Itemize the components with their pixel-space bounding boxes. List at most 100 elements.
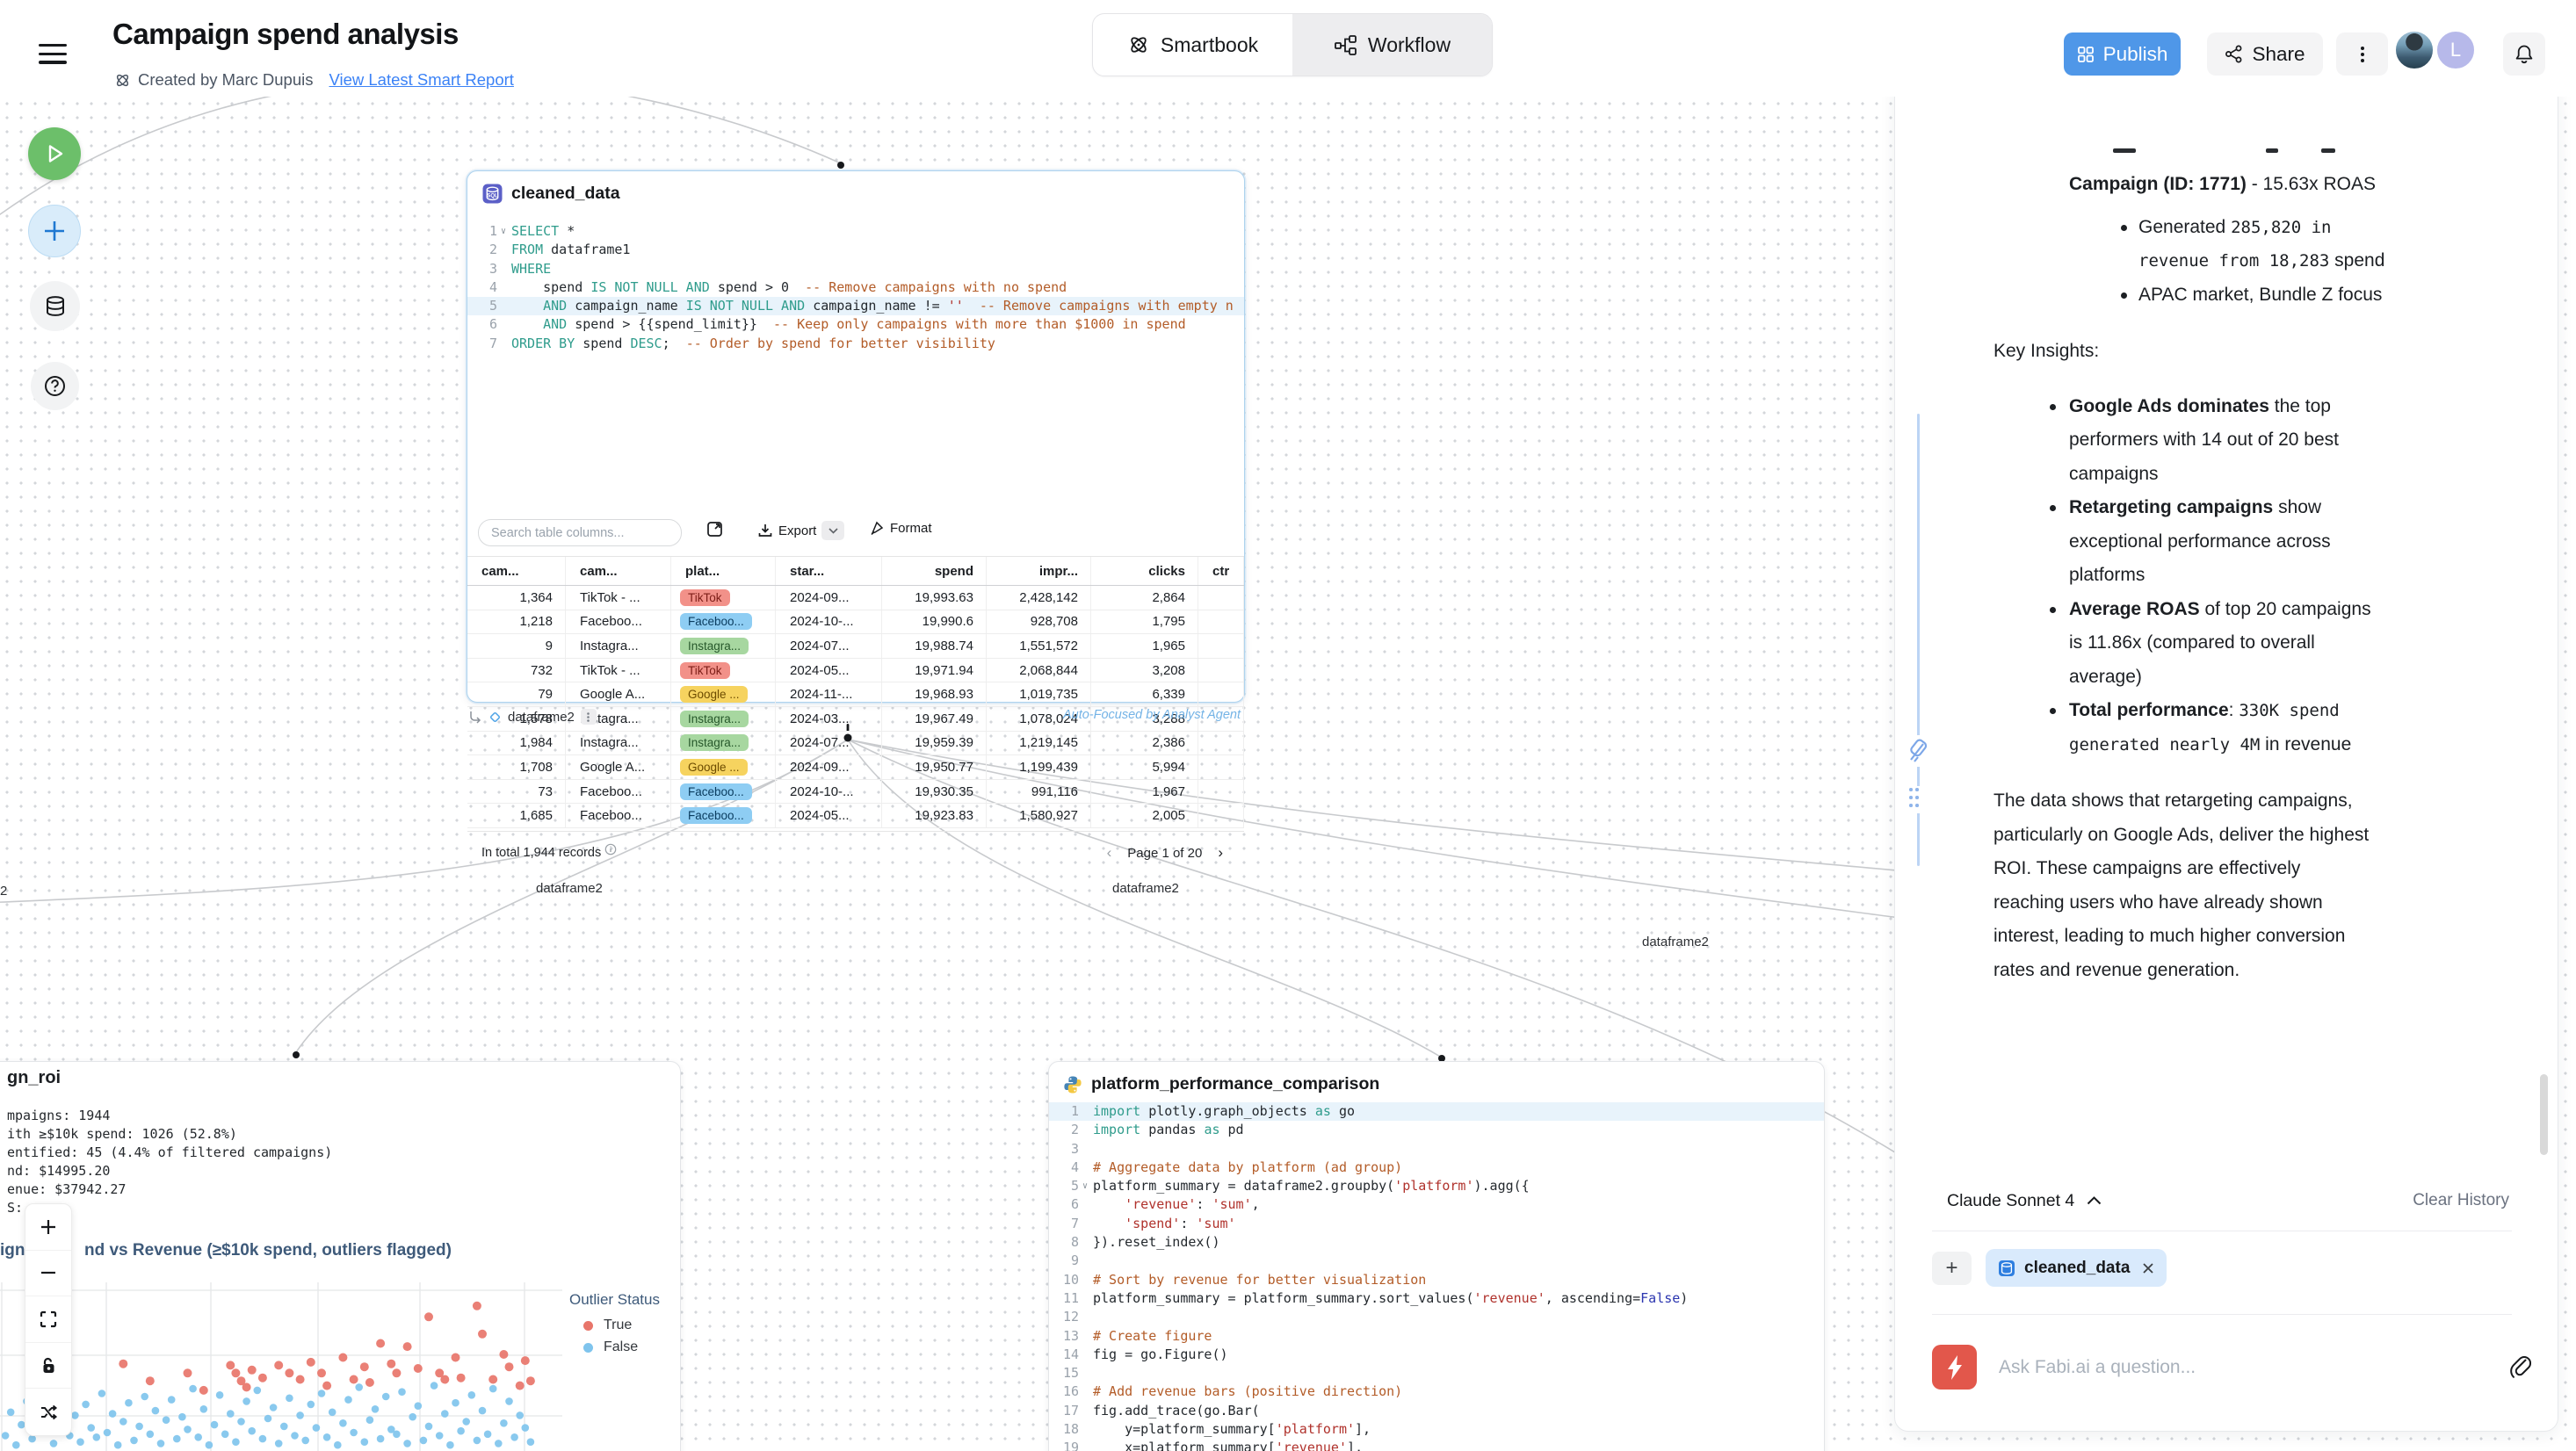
- prev-page-button[interactable]: ‹: [1107, 844, 1112, 862]
- workflow-icon: [1334, 33, 1357, 57]
- code-line[interactable]: 3: [1049, 1140, 1824, 1159]
- sql-node-header[interactable]: SQL cleaned_data: [482, 184, 620, 204]
- python-node-platform-performance[interactable]: platform_performance_comparison 1import …: [1048, 1061, 1825, 1451]
- share-label: Share: [2252, 43, 2305, 66]
- column-header[interactable]: spend: [882, 557, 987, 585]
- avatar-user-l[interactable]: L: [2435, 30, 2476, 70]
- code-line[interactable]: 4# Aggregate data by platform (ad group): [1049, 1159, 1824, 1177]
- zoom-out-button[interactable]: [25, 1251, 71, 1297]
- code-line[interactable]: 1import plotly.graph_objects as go: [1049, 1102, 1824, 1121]
- mode-toggle[interactable]: Smartbook Workflow: [1092, 13, 1493, 76]
- output-dataframe-tag[interactable]: dataframe2: [468, 706, 597, 727]
- notifications-button[interactable]: [2503, 32, 2545, 76]
- table-row[interactable]: 1,364TikTok - ...TikTok2024-09...19,993.…: [467, 586, 1244, 610]
- code-line[interactable]: 5 AND campaign_name IS NOT NULL AND camp…: [467, 297, 1244, 315]
- avatar-user-photo[interactable]: [2394, 30, 2435, 70]
- context-chip-cleaned-data[interactable]: cleaned_data: [1986, 1249, 2167, 1287]
- column-header[interactable]: cam...: [467, 557, 566, 585]
- export-button[interactable]: Export: [757, 521, 844, 540]
- add-context-button[interactable]: +: [1932, 1252, 1972, 1285]
- code-line[interactable]: 6 AND spend > {{spend_limit}} -- Keep on…: [467, 315, 1244, 334]
- table-row[interactable]: 9Instagra...Instagra...2024-07...19,988.…: [467, 634, 1244, 659]
- help-button[interactable]: [31, 362, 79, 410]
- scatter-legend[interactable]: Outlier Status True False: [569, 1291, 660, 1361]
- data-sources-button[interactable]: [30, 281, 80, 331]
- code-line[interactable]: 3WHERE: [467, 260, 1244, 278]
- code-line[interactable]: 6 'revenue': 'sum',: [1049, 1195, 1824, 1214]
- share-button[interactable]: Share: [2207, 32, 2323, 76]
- code-line[interactable]: 9: [1049, 1252, 1824, 1270]
- next-page-button[interactable]: ›: [1218, 844, 1223, 862]
- lock-view-button[interactable]: [25, 1343, 71, 1390]
- code-line[interactable]: 13# Create figure: [1049, 1327, 1824, 1346]
- code-line[interactable]: 19 x=platform_summary['revenue'],: [1049, 1439, 1824, 1451]
- expand-table-button[interactable]: [706, 521, 723, 538]
- table-row[interactable]: 73Faceboo...Faceboo...2024-10-...19,930.…: [467, 780, 1244, 805]
- code-line[interactable]: 16# Add revenue bars (positive direction…: [1049, 1382, 1824, 1401]
- code-line[interactable]: 8}).reset_index(): [1049, 1233, 1824, 1252]
- table-row[interactable]: 1,218Faceboo...Faceboo...2024-10-...19,9…: [467, 610, 1244, 635]
- code-line[interactable]: 7 'spend': 'sum': [1049, 1215, 1824, 1233]
- table-row[interactable]: 1,685Faceboo...Faceboo...2024-05...19,92…: [467, 804, 1244, 828]
- add-node-button[interactable]: [28, 205, 81, 257]
- column-header[interactable]: plat...: [671, 557, 776, 585]
- format-button[interactable]: Format: [870, 521, 932, 536]
- sql-code-editor[interactable]: 1∨SELECT *2FROM dataframe13WHERE4 spend …: [467, 222, 1244, 353]
- table-row[interactable]: 732TikTok - ...TikTok2024-05...19,971.94…: [467, 659, 1244, 683]
- code-line[interactable]: 2FROM dataframe1: [467, 241, 1244, 259]
- result-table[interactable]: cam...cam...plat...star...spendimpr...cl…: [467, 556, 1244, 828]
- publish-button[interactable]: Publish: [2064, 32, 2181, 76]
- column-header[interactable]: star...: [776, 557, 882, 585]
- legend-item-true[interactable]: True: [569, 1317, 660, 1333]
- column-header[interactable]: clicks: [1091, 557, 1198, 585]
- model-selector[interactable]: Claude Sonnet 4: [1947, 1191, 2102, 1211]
- close-icon[interactable]: [2142, 1262, 2154, 1274]
- run-workflow-button[interactable]: [28, 127, 81, 180]
- clear-history-button[interactable]: Clear History: [2413, 1191, 2509, 1210]
- more-options-button[interactable]: [2336, 32, 2388, 76]
- code-line[interactable]: 1∨SELECT *: [467, 222, 1244, 241]
- zoom-in-button[interactable]: [25, 1204, 71, 1251]
- export-options-button[interactable]: [821, 521, 844, 540]
- code-line[interactable]: 15: [1049, 1364, 1824, 1382]
- code-line[interactable]: 2import pandas as pd: [1049, 1121, 1824, 1139]
- plot-toolbar[interactable]: [25, 1203, 72, 1436]
- code-line[interactable]: 4 spend IS NOT NULL AND spend > 0 -- Rem…: [467, 278, 1244, 297]
- search-input[interactable]: [478, 519, 682, 546]
- tag-menu-button[interactable]: [581, 709, 597, 725]
- fit-view-button[interactable]: [25, 1296, 71, 1343]
- attach-file-button[interactable]: [2508, 1354, 2531, 1378]
- python-node-header[interactable]: platform_performance_comparison: [1063, 1074, 1379, 1094]
- menu-button[interactable]: [39, 44, 67, 67]
- table-row[interactable]: 1,984Instagra...Instagra...2024-07...19,…: [467, 732, 1244, 756]
- chat-input[interactable]: [1999, 1350, 2377, 1385]
- code-line[interactable]: 7ORDER BY spend DESC; -- Order by spend …: [467, 335, 1244, 353]
- table-cell: 2024-07...: [776, 634, 882, 658]
- code-line[interactable]: 11platform_summary = platform_summary.so…: [1049, 1289, 1824, 1308]
- code-line[interactable]: 5∨platform_summary = dataframe2.groupby(…: [1049, 1177, 1824, 1195]
- table-cell: Instagra...: [671, 707, 776, 731]
- tab-smartbook[interactable]: Smartbook: [1093, 14, 1292, 76]
- sql-node-cleaned-data[interactable]: SQL cleaned_data 1∨SELECT *2FROM datafra…: [467, 170, 1245, 703]
- table-row[interactable]: 79Google A...Google ...2024-11-...19,968…: [467, 682, 1244, 707]
- table-row[interactable]: 1,708Google A...Google ...2024-09...19,9…: [467, 755, 1244, 780]
- drag-handle[interactable]: [1907, 786, 1923, 813]
- shuffle-layout-button[interactable]: [25, 1389, 71, 1435]
- column-header[interactable]: impr...: [987, 557, 1091, 585]
- code-line[interactable]: 10# Sort by revenue for better visualiza…: [1049, 1271, 1824, 1289]
- code-line[interactable]: 12: [1049, 1308, 1824, 1326]
- legend-item-false[interactable]: False: [569, 1339, 660, 1355]
- analyst-chat-panel[interactable]: Campaign (ID: 1771) - 15.63x ROASGenerat…: [1894, 77, 2558, 1432]
- scatter-plot[interactable]: [0, 1282, 567, 1451]
- view-report-link[interactable]: View Latest Smart Report: [329, 70, 513, 90]
- code-line[interactable]: 18 y=platform_summary['platform'],: [1049, 1420, 1824, 1439]
- code-line[interactable]: 14fig = go.Figure(): [1049, 1346, 1824, 1364]
- column-header[interactable]: cam...: [566, 557, 671, 585]
- code-line[interactable]: 17fig.add_trace(go.Bar(: [1049, 1402, 1824, 1420]
- workflow-canvas[interactable]: dataframe2 dataframe2 dataframe2 2 SQL c…: [0, 0, 2576, 1451]
- panel-scrollbar[interactable]: [2540, 1074, 2548, 1155]
- tab-workflow[interactable]: Workflow: [1292, 14, 1492, 76]
- detach-pin-icon[interactable]: [1904, 735, 1934, 767]
- python-code-editor[interactable]: 1import plotly.graph_objects as go2impor…: [1049, 1102, 1824, 1451]
- column-header[interactable]: ctr: [1198, 557, 1244, 585]
